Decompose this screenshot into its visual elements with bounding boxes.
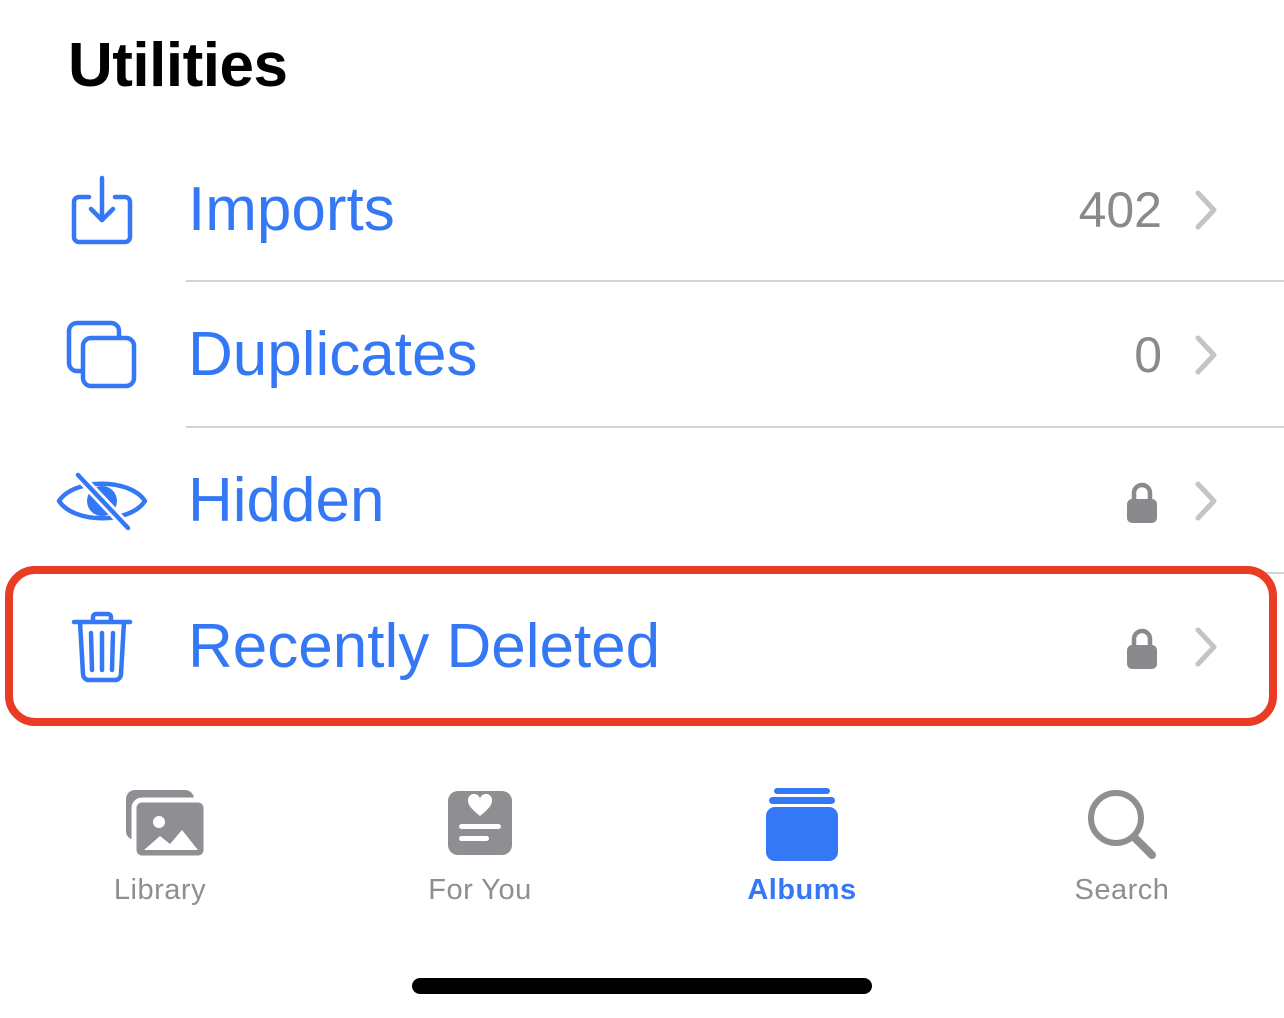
tab-search[interactable]: Search [992, 770, 1252, 920]
import-tray-icon [52, 165, 152, 255]
row-label: Duplicates [188, 320, 478, 389]
chevron-right-icon [1194, 188, 1218, 232]
row-label: Imports [188, 175, 395, 244]
row-count: 402 [1078, 182, 1162, 238]
row-label: Hidden [188, 466, 385, 535]
tab-bar: Library For You Albums Search [0, 770, 1284, 930]
chevron-right-icon [1194, 625, 1218, 669]
eye-slash-icon [52, 456, 152, 546]
chevron-right-icon [1194, 479, 1218, 523]
photo-stack-icon [110, 788, 210, 864]
chevron-right-icon [1194, 333, 1218, 377]
row-label: Recently Deleted [188, 612, 661, 681]
row-recently-deleted[interactable]: Recently Deleted [0, 574, 1284, 720]
tab-label: Albums [747, 874, 857, 906]
duplicates-icon [52, 310, 152, 400]
tab-for-you[interactable]: For You [350, 770, 610, 920]
home-indicator[interactable] [412, 978, 872, 994]
tab-library[interactable]: Library [30, 770, 290, 920]
row-hidden[interactable]: Hidden [0, 428, 1284, 574]
memories-heart-icon [430, 788, 530, 864]
tab-label: For You [428, 874, 532, 906]
row-duplicates[interactable]: Duplicates 0 [0, 282, 1284, 428]
magnifier-icon [1072, 788, 1172, 864]
tab-albums[interactable]: Albums [672, 770, 932, 920]
tab-label: Library [113, 874, 207, 906]
lock-icon [1126, 626, 1158, 670]
row-imports[interactable]: Imports 402 [0, 137, 1284, 283]
lock-icon [1126, 480, 1158, 524]
section-title: Utilities [68, 31, 288, 100]
trash-icon [52, 602, 152, 692]
row-count: 0 [1134, 327, 1162, 383]
albums-stack-icon [752, 788, 852, 864]
tab-label: Search [1074, 874, 1170, 906]
